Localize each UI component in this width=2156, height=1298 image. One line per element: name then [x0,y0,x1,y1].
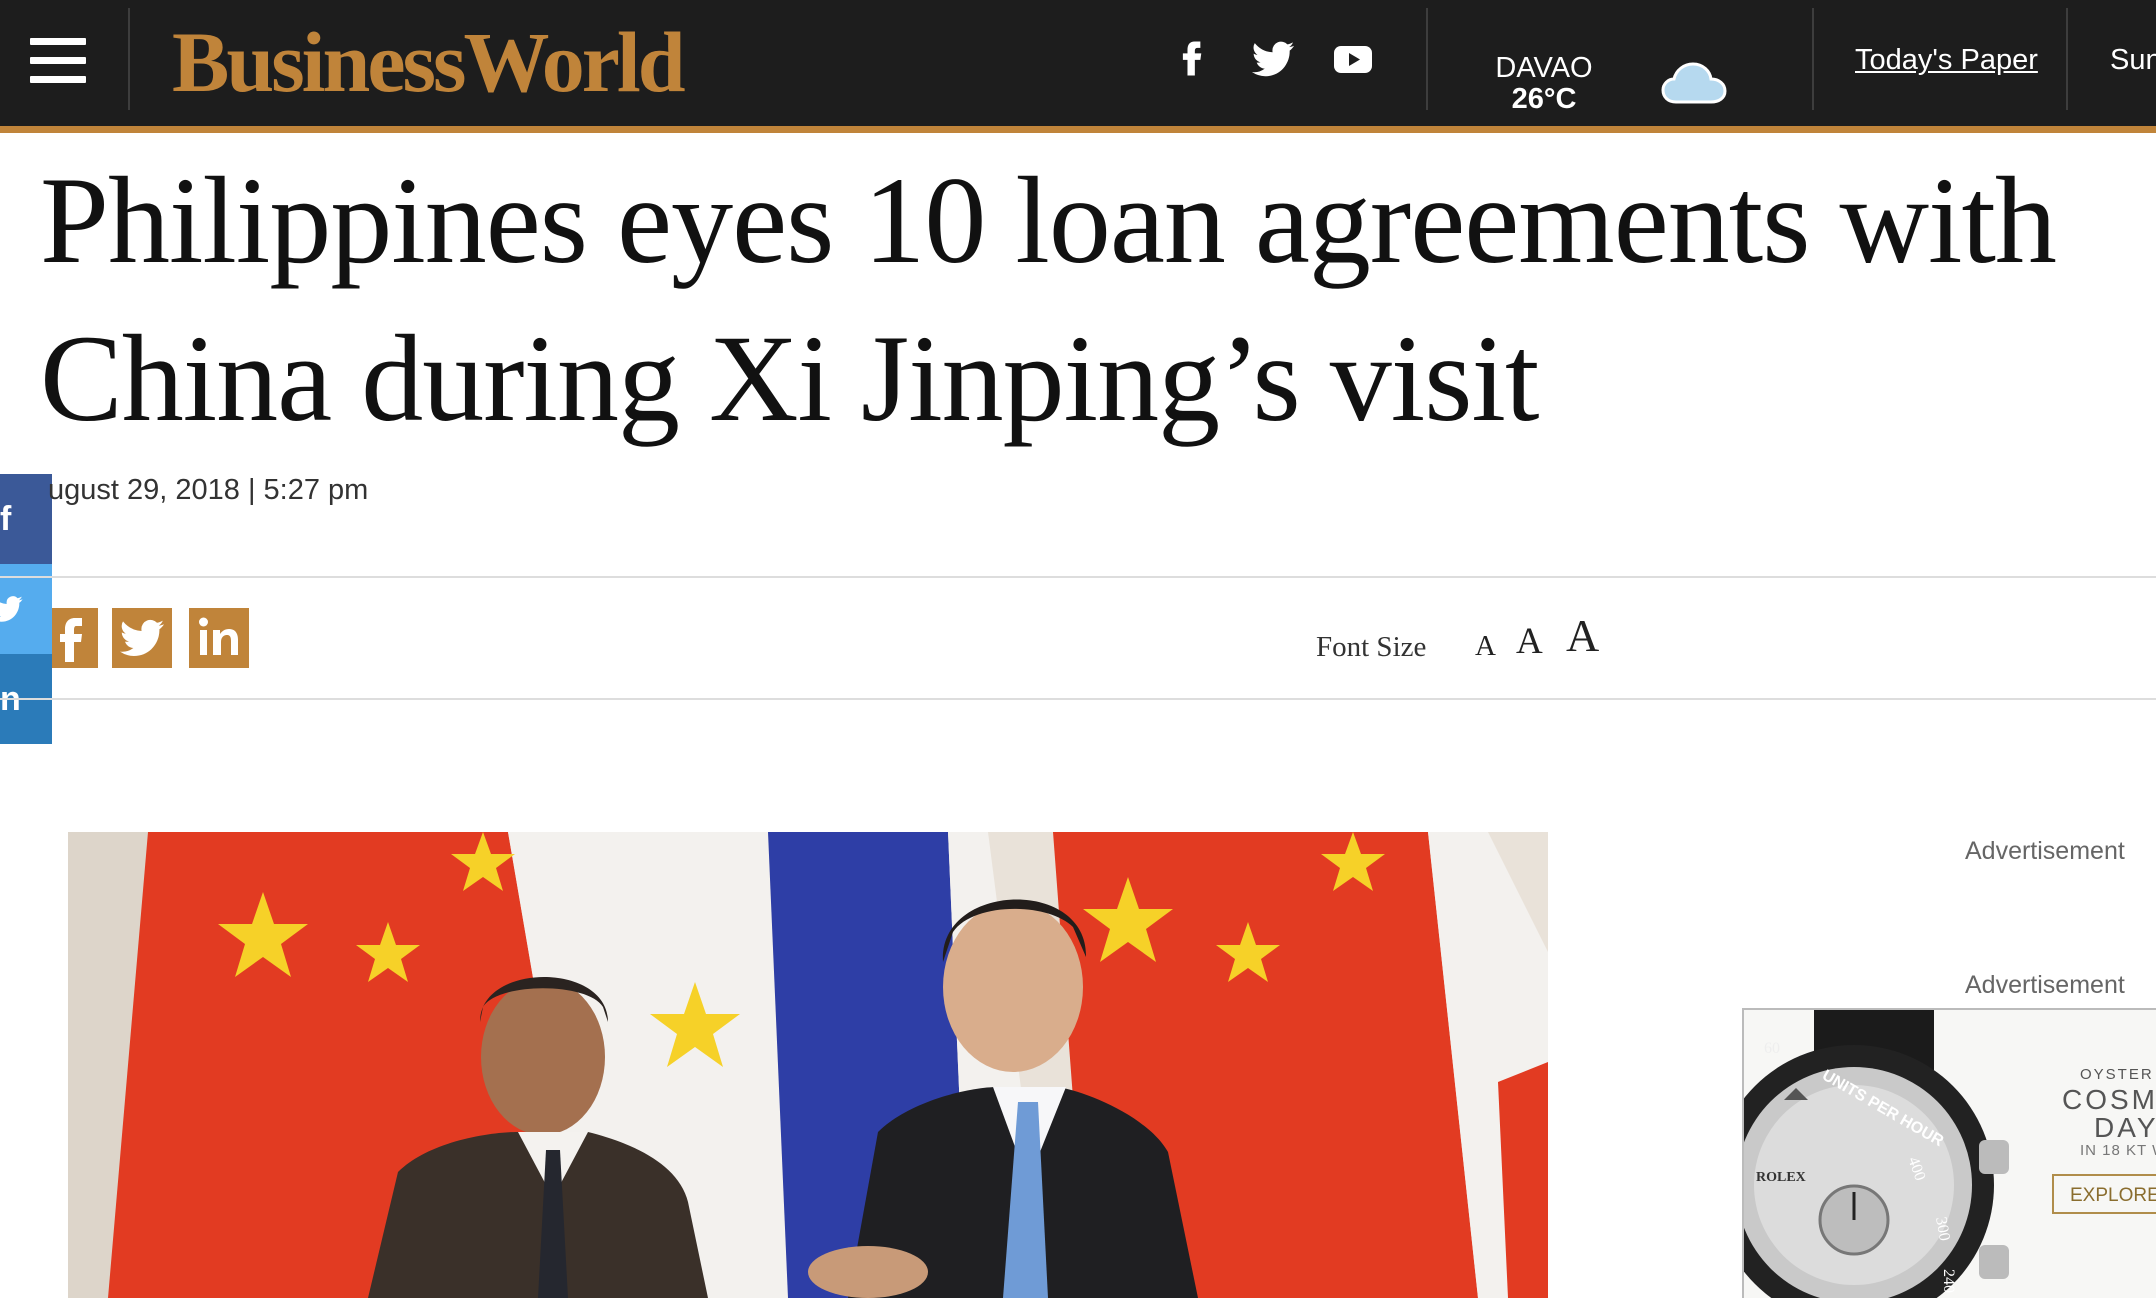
todays-paper-link[interactable]: Today's Paper [1855,42,2038,78]
article-hero-photo [68,832,1548,1298]
header-next-link[interactable]: Sun [2110,42,2156,78]
ad-line1: OYSTER P [2080,1066,2156,1083]
header-divider [1812,8,1814,110]
share-linkedin-button[interactable] [189,608,249,668]
divider [0,576,2156,578]
ad-dial-number: 60 [1764,1040,1780,1057]
rolex-advertisement[interactable]: 60 UNITS PER HOUR 400 300 240 ROLEX OYST… [1742,1008,2156,1298]
watch-image [1744,1010,2009,1298]
font-size-label: Font Size [1316,631,1427,663]
twitter-icon [120,619,164,656]
facebook-icon: f [0,500,12,538]
font-size-medium-button[interactable]: A [1516,622,1543,662]
ad-line3: DAY [2094,1112,2156,1143]
cloud-icon [1660,56,1732,108]
header-divider [2066,8,2068,110]
font-size-small-button[interactable]: A [1475,626,1496,666]
advertisement-label: Advertisement [1965,971,2125,999]
ad-dial-number: 240 [1940,1269,1957,1293]
twitter-icon[interactable] [1250,36,1296,82]
menu-hamburger-icon[interactable] [30,38,86,84]
header-accent-rule [0,126,2156,133]
youtube-icon[interactable] [1330,36,1376,82]
site-logo[interactable]: BusinessWorld [172,16,686,108]
facebook-icon [60,618,82,662]
floating-facebook-share[interactable]: f [0,474,52,564]
twitter-icon [0,596,23,622]
header-divider [1426,8,1428,110]
advertisement-label: Advertisement [1965,837,2125,865]
article-headline: Philippines eyes 10 loan agreements with… [40,152,2057,447]
share-facebook-button[interactable] [52,608,98,668]
header-divider [128,8,130,110]
ad-dial-number: 300 [1932,1215,1953,1243]
facebook-icon[interactable] [1170,36,1216,82]
article-dateline: ugust 29, 2018 | 5:27 pm [48,474,369,506]
weather-city: DAVAO [1495,52,1593,84]
ad-explore-button[interactable]: EXPLORE [2052,1174,2156,1214]
ad-line4: IN 18 KT W [2080,1142,2156,1159]
font-size-large-button[interactable]: A [1566,613,1599,659]
linkedin-icon [199,617,238,655]
weather-temperature: 26°C [1511,83,1577,115]
share-twitter-button[interactable] [112,608,172,668]
divider [0,698,2156,700]
ad-watch-brand: ROLEX [1756,1170,1806,1185]
